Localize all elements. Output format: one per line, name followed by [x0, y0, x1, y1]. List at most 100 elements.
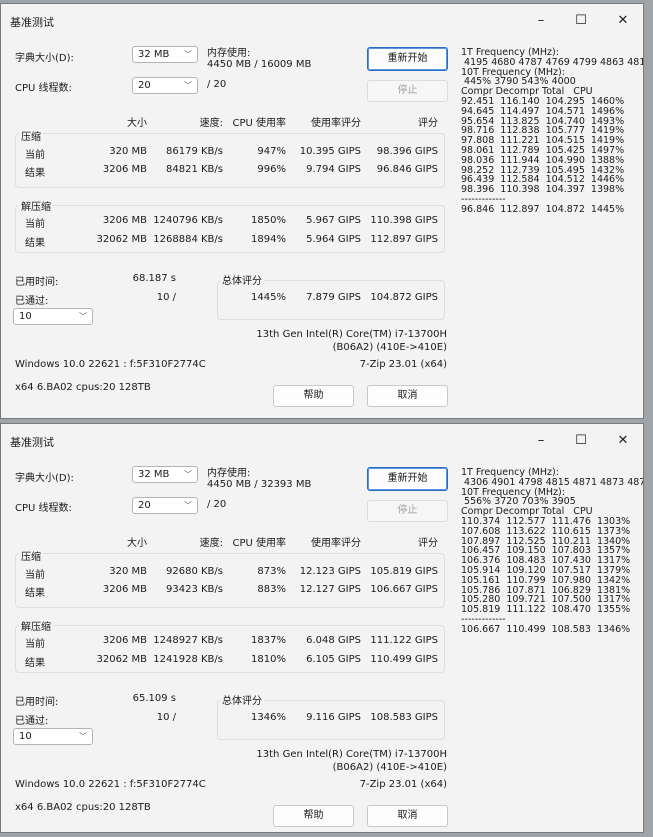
passes-value: 10 / — [156, 292, 176, 303]
decompress-current-cpu: 1850% — [251, 215, 286, 226]
compress-result-speed: 93423 KB/s — [166, 584, 223, 595]
minimize-button[interactable]: – — [521, 428, 561, 454]
cancel-button[interactable]: 取消 — [367, 805, 448, 827]
os-info: Windows 10.0 22621 : f:5F310F2774C — [15, 359, 206, 370]
zip-version: 7-Zip 23.01 (x64) — [359, 359, 447, 370]
decompress-label: 解压缩 — [19, 618, 53, 633]
restart-button[interactable]: 重新开始 — [367, 467, 448, 491]
close-button[interactable]: ✕ — [603, 428, 643, 454]
chevron-down-icon: ﹀ — [79, 312, 87, 321]
decompress-current-rating: 5.967 GIPS — [306, 215, 361, 226]
chevron-down-icon: ﹀ — [184, 470, 192, 479]
maximize-button[interactable]: ☐ — [561, 8, 601, 34]
compress-current-size: 320 MB — [109, 566, 147, 577]
decompress-current-speed: 1248927 KB/s — [153, 635, 223, 646]
os-info: Windows 10.0 22621 : f:5F310F2774C — [15, 779, 206, 790]
dict-size-value: 32 MB — [138, 469, 170, 480]
arch-info: x64 6.BA02 cpus:20 128TB — [15, 802, 151, 813]
cpu-name-line1: 13th Gen Intel(R) Core(TM) i7-13700H — [256, 329, 447, 340]
close-button[interactable]: ✕ — [603, 8, 643, 34]
passes-value: 10 / — [156, 712, 176, 723]
decompress-current-size: 3206 MB — [102, 215, 147, 226]
elapsed-label: 已用时间: — [15, 697, 59, 708]
dict-size-select[interactable]: 32 MB ﹀ — [132, 466, 198, 483]
title-bar: 基准测试 – ☐ ✕ — [1, 4, 643, 38]
maximize-button[interactable]: ☐ — [561, 428, 601, 454]
compress-result-rating: 12.127 GIPS — [299, 584, 361, 595]
header-cpu: CPU 使用率 — [232, 538, 286, 549]
dict-size-select[interactable]: 32 MB ﹀ — [132, 46, 198, 63]
decompress-current-score: 111.122 GIPS — [370, 635, 438, 646]
chevron-down-icon: ﹀ — [79, 732, 87, 741]
decompress-current-size: 3206 MB — [102, 635, 147, 646]
header-size: 大小 — [127, 118, 147, 129]
threads-select[interactable]: 20 ﹀ — [132, 77, 198, 94]
decompress-current-label: 当前 — [25, 639, 45, 650]
zip-version: 7-Zip 23.01 (x64) — [359, 779, 447, 790]
decompress-label: 解压缩 — [19, 198, 53, 213]
cpu-name-line2: (B06A2) (410E->410E) — [332, 342, 447, 353]
compress-current-rating: 12.123 GIPS — [299, 566, 361, 577]
compress-result-score: 106.667 GIPS — [370, 584, 438, 595]
compress-current-label: 当前 — [25, 150, 45, 161]
passes-select-value: 10 — [19, 731, 32, 742]
stop-button[interactable]: 停止 — [367, 80, 448, 102]
total-score: 104.872 GIPS — [370, 292, 438, 303]
total-cpu: 1346% — [251, 712, 286, 723]
decompress-current-rating: 6.048 GIPS — [306, 635, 361, 646]
compress-current-speed: 92680 KB/s — [166, 566, 223, 577]
title-bar: 基准测试 – ☐ ✕ — [1, 424, 643, 458]
compress-result-score: 96.846 GIPS — [376, 164, 438, 175]
header-score: 评分 — [418, 538, 438, 549]
decompress-current-score: 110.398 GIPS — [370, 215, 438, 226]
help-button[interactable]: 帮助 — [273, 805, 354, 827]
total-label: 总体评分 — [220, 272, 264, 287]
cpu-name-line1: 13th Gen Intel(R) Core(TM) i7-13700H — [256, 749, 447, 760]
header-score: 评分 — [418, 118, 438, 129]
compress-result-label: 结果 — [25, 168, 45, 179]
stop-button[interactable]: 停止 — [367, 500, 448, 522]
dict-size-label: 字典大小(D): — [15, 473, 74, 484]
decompress-result-size: 32062 MB — [96, 234, 147, 245]
minimize-button[interactable]: – — [521, 8, 561, 34]
memory-label: 内存使用: — [207, 468, 251, 479]
compress-current-score: 105.819 GIPS — [370, 566, 438, 577]
threads-total: / 20 — [207, 499, 227, 510]
threads-value: 20 — [138, 80, 151, 91]
elapsed-value: 65.109 s — [132, 693, 176, 704]
threads-select[interactable]: 20 ﹀ — [132, 497, 198, 514]
header-speed: 速度: — [199, 538, 223, 549]
help-button[interactable]: 帮助 — [273, 385, 354, 407]
compress-current-cpu: 947% — [257, 146, 286, 157]
threads-label: CPU 线程数: — [15, 83, 72, 94]
compress-current-label: 当前 — [25, 570, 45, 581]
header-rating: 使用率评分 — [311, 118, 361, 129]
decompress-result-score: 112.897 GIPS — [370, 234, 438, 245]
compress-label: 压缩 — [19, 548, 43, 563]
decompress-result-label: 结果 — [25, 238, 45, 249]
threads-total: / 20 — [207, 79, 227, 90]
compress-result-label: 结果 — [25, 588, 45, 599]
decompress-result-size: 32062 MB — [96, 654, 147, 665]
total-label: 总体评分 — [220, 692, 264, 707]
passes-select-value: 10 — [19, 311, 32, 322]
chevron-down-icon: ﹀ — [184, 50, 192, 59]
chevron-down-icon: ﹀ — [184, 501, 192, 510]
compress-result-speed: 84821 KB/s — [166, 164, 223, 175]
decompress-result-label: 结果 — [25, 658, 45, 669]
decompress-result-cpu: 1894% — [251, 234, 286, 245]
compress-current-score: 98.396 GIPS — [376, 146, 438, 157]
cancel-button[interactable]: 取消 — [367, 385, 448, 407]
window-title: 基准测试 — [10, 16, 54, 29]
decompress-group — [15, 625, 445, 673]
compress-label: 压缩 — [19, 128, 43, 143]
decompress-result-rating: 6.105 GIPS — [306, 654, 361, 665]
compress-result-size: 3206 MB — [102, 164, 147, 175]
passes-select[interactable]: 10 ﹀ — [13, 308, 93, 325]
compress-result-cpu: 883% — [257, 584, 286, 595]
restart-button[interactable]: 重新开始 — [367, 47, 448, 71]
decompress-result-rating: 5.964 GIPS — [306, 234, 361, 245]
passes-select[interactable]: 10 ﹀ — [13, 728, 93, 745]
decompress-result-cpu: 1810% — [251, 654, 286, 665]
memory-label: 内存使用: — [207, 48, 251, 59]
